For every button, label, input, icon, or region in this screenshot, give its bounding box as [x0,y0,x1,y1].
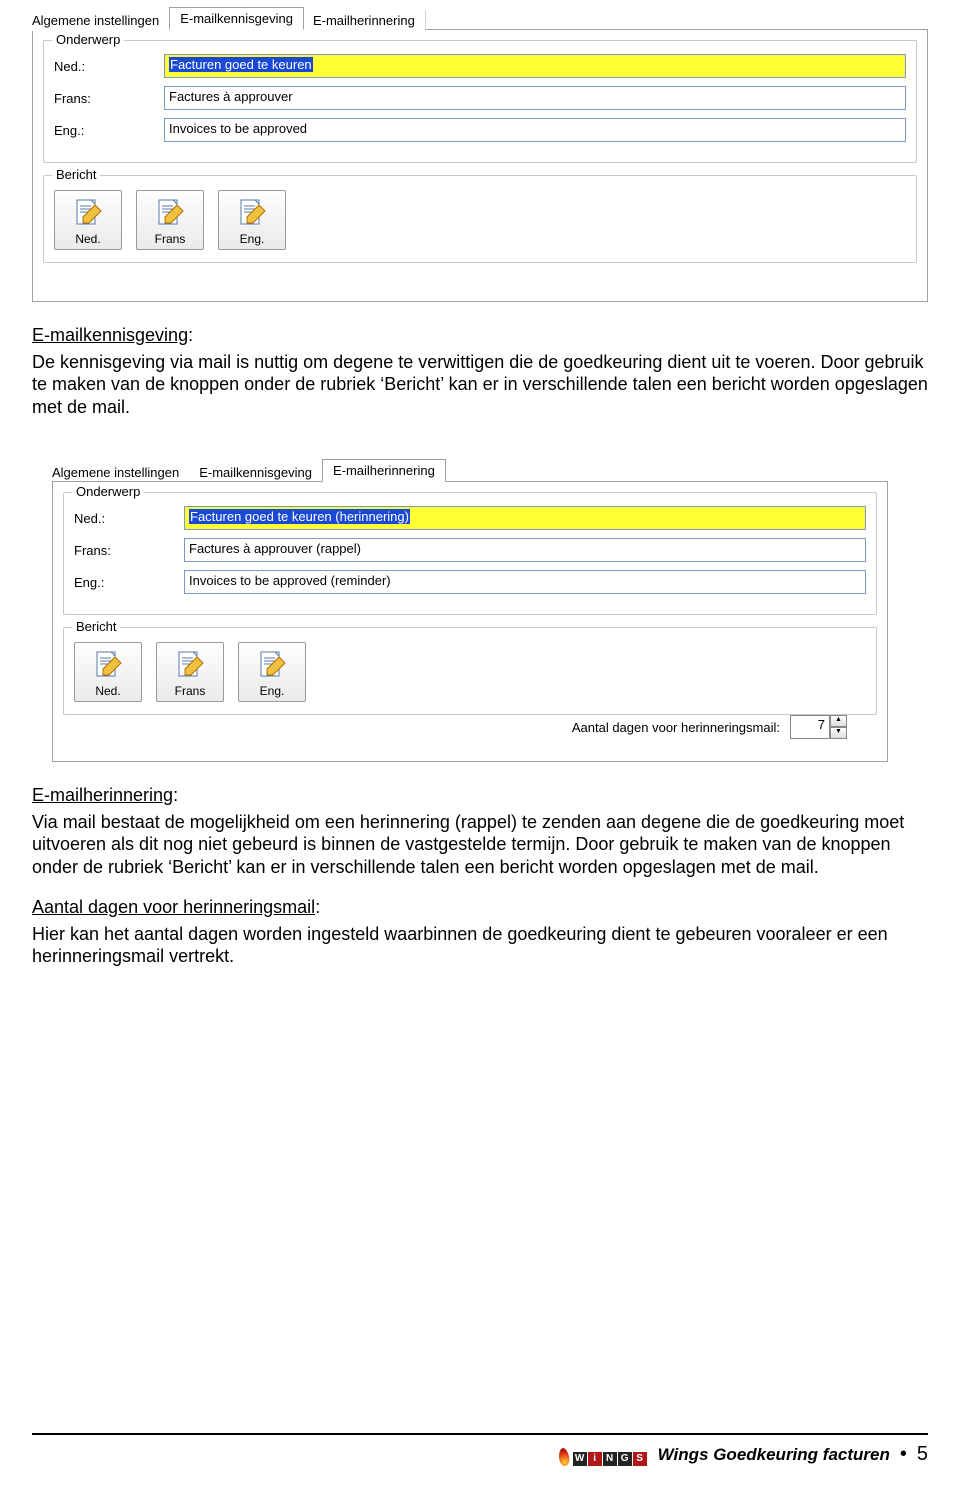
bericht-button-frans[interactable]: Frans [156,642,224,702]
body-email-kennisgeving: De kennisgeving via mail is nuttig om de… [32,351,928,419]
reminder-days-input[interactable]: 7 [790,715,830,739]
footer-title: Wings Goedkeuring facturen [658,1445,890,1465]
bericht-button-ned[interactable]: Ned. [54,190,122,250]
edit-document-icon [153,195,187,229]
paragraph-aantal-dagen: Aantal dagen voor herinneringsmail: Hier… [32,896,928,968]
edit-document-icon [71,195,105,229]
edit-document-icon [91,647,125,681]
group-bericht: Bericht Ned. Frans [43,175,917,263]
tab-email-herinnering[interactable]: E-mailherinnering [303,10,426,31]
edit-document-icon [235,195,269,229]
edit-document-icon [255,647,289,681]
bericht-button-ned-label: Ned. [95,684,120,698]
input-onderwerp-ned[interactable]: Facturen goed te keuren (herinnering) [184,506,866,530]
wings-logo: WiNGS [557,1444,648,1466]
paragraph-email-herinnering: E-mailherinnering: Via mail bestaat de m… [32,784,928,878]
tab-panel: Onderwerp Ned.: Facturen goed te keuren … [52,481,888,762]
bericht-button-eng[interactable]: Eng. [218,190,286,250]
heading-aantal-dagen: Aantal dagen voor herinneringsmail [32,897,315,917]
input-onderwerp-frans[interactable]: Factures à approuver [164,86,906,110]
input-onderwerp-ned[interactable]: Facturen goed te keuren [164,54,906,78]
screenshot-email-herinnering: Algemene instellingen E-mailkennisgeving… [52,458,888,762]
spin-down-icon[interactable]: ▼ [830,727,847,739]
label-frans: Frans: [54,91,164,106]
label-ned: Ned.: [74,511,184,526]
tab-panel: Onderwerp Ned.: Facturen goed te keuren … [32,29,928,302]
bericht-button-frans-label: Frans [155,232,186,246]
tab-email-kennisgeving[interactable]: E-mailkennisgeving [169,7,304,30]
spin-up-icon[interactable]: ▲ [830,715,847,727]
reminder-days-label: Aantal dagen voor herinneringsmail: [572,720,780,735]
body-aantal-dagen: Hier kan het aantal dagen worden ingeste… [32,923,928,968]
group-title-onderwerp: Onderwerp [52,32,124,47]
group-title-onderwerp: Onderwerp [72,484,144,499]
input-onderwerp-eng[interactable]: Invoices to be approved [164,118,906,142]
bericht-button-ned[interactable]: Ned. [74,642,142,702]
input-onderwerp-frans[interactable]: Factures à approuver (rappel) [184,538,866,562]
label-ned: Ned.: [54,59,164,74]
group-onderwerp: Onderwerp Ned.: Facturen goed te keuren … [63,492,877,615]
flame-icon [557,1444,571,1466]
paragraph-email-kennisgeving: E-mailkennisgeving: De kennisgeving via … [32,324,928,418]
tab-email-herinnering[interactable]: E-mailherinnering [322,459,446,482]
label-eng: Eng.: [54,123,164,138]
bericht-button-eng-label: Eng. [240,232,265,246]
bericht-button-eng[interactable]: Eng. [238,642,306,702]
heading-email-herinnering: E-mailherinnering [32,785,173,805]
tab-algemene-instellingen[interactable]: Algemene instellingen [22,10,170,31]
reminder-days-row: Aantal dagen voor herinneringsmail: 7 ▲ … [572,715,847,739]
tab-email-kennisgeving[interactable]: E-mailkennisgeving [189,462,323,483]
group-onderwerp: Onderwerp Ned.: Facturen goed te keuren … [43,40,917,163]
group-title-bericht: Bericht [52,167,100,182]
body-email-herinnering: Via mail bestaat de mogelijkheid om een … [32,811,928,879]
edit-document-icon [173,647,207,681]
tab-algemene-instellingen[interactable]: Algemene instellingen [42,462,190,483]
bericht-button-ned-label: Ned. [75,232,100,246]
screenshot-email-kennisgeving: Algemene instellingen E-mailkennisgeving… [32,6,928,302]
bericht-button-frans[interactable]: Frans [136,190,204,250]
group-title-bericht: Bericht [72,619,120,634]
footer-page-number: 5 [917,1443,928,1466]
bericht-button-frans-label: Frans [175,684,206,698]
group-bericht: Bericht Ned. Frans [63,627,877,715]
bericht-button-eng-label: Eng. [260,684,285,698]
footer-bullet: • [900,1443,907,1466]
tabstrip: Algemene instellingen E-mailkennisgeving… [22,6,928,30]
page-footer: WiNGS Wings Goedkeuring facturen • 5 [32,1433,928,1466]
heading-email-kennisgeving: E-mailkennisgeving [32,325,188,345]
tabstrip: Algemene instellingen E-mailkennisgeving… [42,458,888,482]
input-onderwerp-eng[interactable]: Invoices to be approved (reminder) [184,570,866,594]
label-frans: Frans: [74,543,184,558]
label-eng: Eng.: [74,575,184,590]
